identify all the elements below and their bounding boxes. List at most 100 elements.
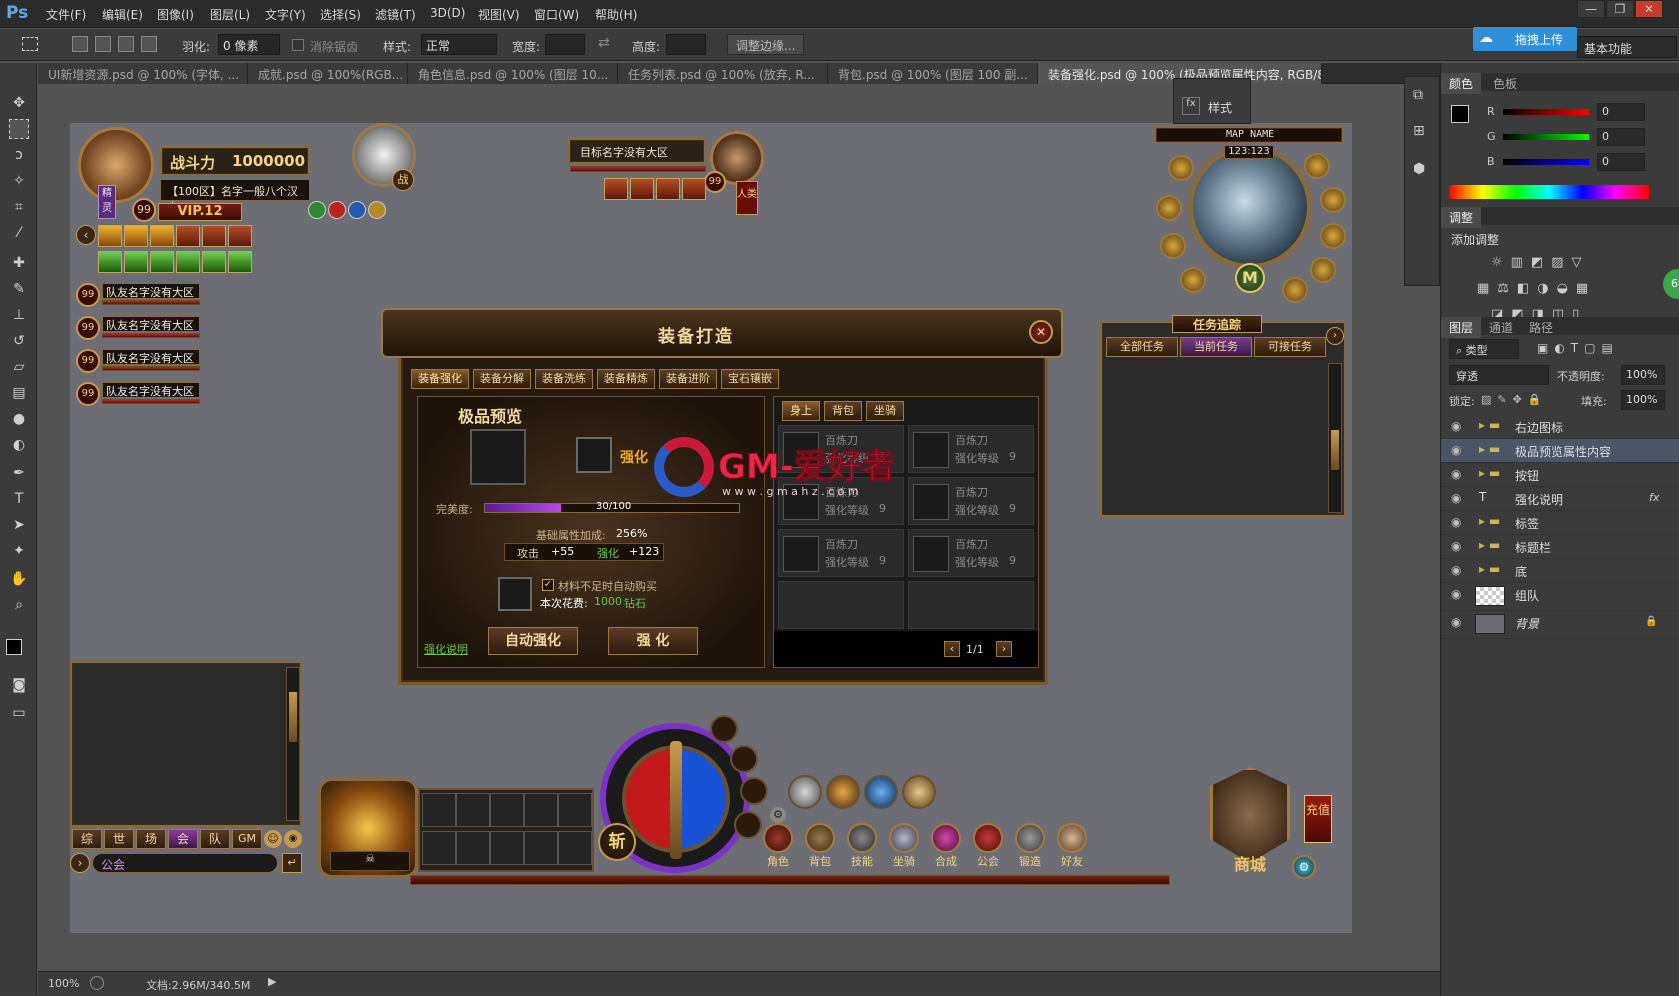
map-scroll-icon[interactable] — [1160, 233, 1186, 259]
tab-ui-resources[interactable]: UI新增资源.psd @ 100% (字体, ... — [38, 63, 248, 84]
chat-tab-world[interactable]: 世 — [104, 829, 134, 849]
menu-guild[interactable]: 公会 — [968, 823, 1008, 868]
menu-window[interactable]: 窗口(W) — [534, 6, 579, 23]
chat-tab-guild[interactable]: 会 — [168, 829, 198, 849]
quest-tab-current[interactable]: 当前任务 — [1180, 337, 1252, 357]
visibility-eye-icon[interactable]: ◉ — [1451, 419, 1461, 433]
close-window-button[interactable]: ✕ — [1635, 0, 1663, 18]
skill-fire-icon[interactable] — [826, 775, 860, 809]
chat-scroll-thumb[interactable] — [289, 692, 297, 742]
opacity-input[interactable]: 100% — [1621, 365, 1665, 385]
buff-skull-icon[interactable] — [328, 201, 346, 219]
buff-arrow-icon[interactable] — [368, 201, 386, 219]
add-selection-icon[interactable] — [95, 36, 111, 52]
layer-row[interactable]: ◉ 组队 — [1441, 583, 1679, 611]
chat-tab-gm[interactable]: GM — [232, 829, 262, 849]
forge-tab-refine[interactable]: 装备精炼 — [597, 369, 655, 389]
chat-send-icon[interactable]: ↵ — [282, 853, 302, 873]
history-brush-tool-icon[interactable]: ↺ — [9, 331, 29, 351]
intersect-selection-icon[interactable] — [141, 36, 157, 52]
slash-button[interactable]: 斩 — [598, 823, 636, 861]
menu-forge[interactable]: 锻造 — [1010, 823, 1050, 868]
map-book-icon[interactable] — [1156, 195, 1182, 221]
preview-item-slot[interactable] — [470, 429, 526, 485]
fx-icon[interactable]: fx — [1182, 97, 1200, 115]
red-input[interactable]: 0 — [1597, 103, 1645, 121]
zoom-tool-icon[interactable]: ⌕ — [9, 595, 29, 615]
visibility-eye-icon[interactable]: ◉ — [1451, 615, 1461, 629]
tab-achievement[interactable]: 成就.psd @ 100%(RGB... — [248, 63, 408, 84]
list-item[interactable] — [778, 581, 904, 629]
quest-tab-all[interactable]: 全部任务 — [1106, 337, 1178, 357]
skill-slot-3-icon[interactable] — [150, 225, 174, 247]
document-canvas[interactable]: 精灵 99 战斗力 1000000 【100区】名字一般八个汉字 VIP.12 … — [70, 123, 1352, 933]
menu-friends[interactable]: 好友 — [1052, 823, 1092, 868]
lasso-tool-icon[interactable]: ↄ — [9, 145, 29, 165]
chat-scrollbar[interactable] — [286, 667, 300, 821]
eyedropper-tool-icon[interactable]: ⁄ — [9, 223, 29, 243]
hotbar-slot[interactable] — [558, 793, 592, 827]
menu-type[interactable]: 文字(Y) — [265, 6, 306, 23]
visibility-eye-icon[interactable]: ◉ — [1451, 515, 1461, 529]
width-input[interactable] — [545, 34, 585, 55]
tab-layers[interactable]: 图层 — [1441, 317, 1482, 338]
menu-filter[interactable]: 滤镜(T) — [375, 6, 416, 23]
style-select[interactable]: 正常 — [421, 34, 497, 55]
menu-layer[interactable]: 图层(L) — [210, 6, 250, 23]
skill-swords-icon[interactable] — [788, 775, 822, 809]
target-buff-1-icon[interactable] — [604, 178, 628, 200]
menu-help[interactable]: 帮助(H) — [595, 6, 637, 23]
brush-tool-icon[interactable]: ✎ — [9, 279, 29, 299]
layer-row[interactable]: ◉ ▸ ▬ 极品预览属性内容 — [1441, 439, 1679, 463]
layer-row[interactable]: ◉ ▸ ▬ 右边图标 — [1441, 415, 1679, 439]
minimize-button[interactable]: — — [1577, 0, 1605, 18]
team-member-3[interactable]: 99 队友名字没有大区 — [76, 349, 206, 373]
foreground-color-swatch[interactable] — [6, 639, 22, 655]
menu-mount[interactable]: 坐骑 — [884, 823, 924, 868]
layer-kind-filter[interactable]: ⌕ 类型 — [1449, 339, 1519, 359]
visibility-eye-icon[interactable]: ◉ — [1451, 587, 1461, 601]
swap-icon[interactable]: ⇄ — [598, 35, 610, 51]
forge-tab-wash[interactable]: 装备洗练 — [535, 369, 593, 389]
eraser-tool-icon[interactable]: ▱ — [9, 357, 29, 377]
screen-mode-icon[interactable]: ▭ — [9, 703, 29, 723]
skill-hammer-icon[interactable] — [902, 775, 936, 809]
history-panel-icon[interactable]: ⧉ — [1413, 87, 1423, 103]
layer-row[interactable]: ◉ ▸ ▬ 按钮 — [1441, 463, 1679, 487]
list-item[interactable]: 百炼刀 强化等级 9 — [778, 529, 904, 577]
target-buff-3-icon[interactable] — [656, 178, 680, 200]
status-info-icon[interactable] — [90, 976, 104, 990]
quest-scrollbar[interactable] — [1328, 363, 1342, 513]
refine-edge-button[interactable]: 调整边缘... — [727, 34, 805, 55]
magic-wand-tool-icon[interactable]: ✧ — [9, 171, 29, 191]
recharge-button[interactable]: 充值 — [1304, 795, 1332, 843]
item-slot-3-icon[interactable] — [150, 251, 174, 273]
menu-synthesis[interactable]: 合成 — [926, 823, 966, 868]
hotbar-slot[interactable] — [524, 831, 558, 865]
map-search-icon[interactable] — [1320, 187, 1346, 213]
lock-icons[interactable]: ▨✎✥🔒 — [1481, 393, 1548, 406]
auto-strengthen-button[interactable]: 自动强化 — [488, 627, 578, 655]
skill-slot-1-icon[interactable] — [98, 225, 122, 247]
quest-collapse-arrow-icon[interactable]: › — [1326, 327, 1344, 345]
tab-channels[interactable]: 通道 — [1481, 317, 1521, 338]
map-mail-icon[interactable] — [1320, 223, 1346, 249]
buff-shield-icon[interactable] — [348, 201, 366, 219]
quick-mask-icon[interactable]: ◙ — [9, 675, 29, 695]
inv-tab-mount[interactable]: 坐骑 — [866, 401, 904, 421]
visibility-eye-icon[interactable]: ◉ — [1451, 443, 1461, 457]
layer-row[interactable]: ◉ ▸ ▬ 底 — [1441, 559, 1679, 583]
skill-prev-arrow-icon[interactable]: ‹ — [76, 225, 96, 245]
map-trophy-icon[interactable] — [1304, 153, 1330, 179]
item-slot-6-icon[interactable] — [228, 251, 252, 273]
menu-image[interactable]: 图像(I) — [157, 6, 194, 23]
map-eye-icon[interactable] — [1282, 277, 1308, 303]
item-slot-1-icon[interactable] — [98, 251, 122, 273]
item-slot-4-icon[interactable] — [176, 251, 200, 273]
orb-slot-2[interactable] — [730, 745, 758, 773]
hotbar-slot[interactable] — [490, 793, 524, 827]
skull-icon[interactable]: ☠ — [330, 851, 410, 871]
inv-tab-equipped[interactable]: 身上 — [782, 401, 820, 421]
tab-swatches[interactable]: 色板 — [1485, 73, 1525, 94]
menu-file[interactable]: 文件(F) — [46, 6, 86, 23]
